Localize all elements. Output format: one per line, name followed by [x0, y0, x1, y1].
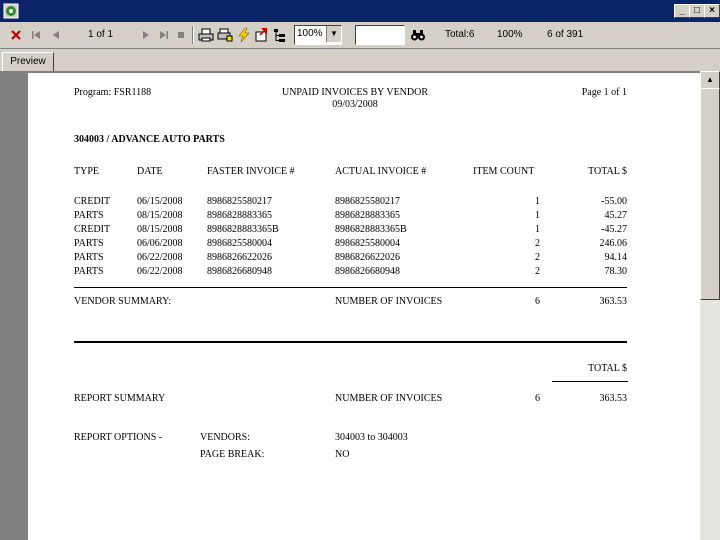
- vendor-total: 363.53: [599, 296, 628, 307]
- stop-icon[interactable]: [175, 29, 187, 41]
- row-item-count: 2: [535, 266, 540, 277]
- search-input[interactable]: [355, 25, 405, 45]
- group-tree-icon[interactable]: [272, 27, 288, 43]
- export-icon[interactable]: [254, 27, 270, 43]
- row-date: 06/22/2008: [137, 252, 183, 263]
- row-total: 78.30: [604, 266, 628, 277]
- row-faster-invoice: 8986828883365B: [207, 224, 279, 235]
- row-total: 94.14: [604, 252, 628, 263]
- column-header-total: TOTAL $: [588, 166, 627, 177]
- row-faster-invoice: 8986825580217: [207, 196, 272, 207]
- vendors-value: 304003 to 304003: [335, 432, 408, 443]
- row-date: 08/15/2008: [137, 210, 183, 221]
- vendor-invoice-count: 6: [535, 296, 540, 307]
- row-actual-invoice: 8986826622026: [335, 252, 400, 263]
- report-options-label: REPORT OPTIONS -: [74, 432, 163, 443]
- tab-preview[interactable]: Preview: [2, 52, 54, 73]
- title-bar[interactable]: [0, 0, 720, 22]
- column-header-type: TYPE: [74, 166, 99, 177]
- page-break-value: NO: [335, 449, 350, 460]
- row-actual-invoice: 8986825580004: [335, 238, 400, 249]
- maximize-button[interactable]: □: [689, 4, 705, 18]
- row-date: 08/15/2008: [137, 224, 183, 235]
- last-page-icon[interactable]: [158, 29, 170, 41]
- report-date: 09/03/2008: [332, 99, 378, 110]
- vendor-summary-label: VENDOR SUMMARY:: [74, 296, 172, 307]
- record-count-label: 6 of 391: [547, 29, 584, 40]
- zoom-value: 100%: [297, 28, 323, 39]
- divider-line: [74, 287, 627, 288]
- row-faster-invoice: 8986826622026: [207, 252, 272, 263]
- summary-total-header: TOTAL $: [588, 363, 627, 374]
- row-item-count: 1: [535, 224, 540, 235]
- column-header-faster-invoice: FASTER INVOICE #: [207, 166, 295, 177]
- row-total: 45.27: [604, 210, 628, 221]
- row-date: 06/15/2008: [137, 196, 183, 207]
- column-header-actual-invoice: ACTUAL INVOICE #: [335, 166, 427, 177]
- summary-total-underline: [552, 381, 628, 382]
- section-divider: [74, 341, 627, 343]
- print-icon[interactable]: [198, 27, 214, 43]
- toolbar-separator: [192, 26, 194, 44]
- first-page-icon[interactable]: [30, 29, 42, 41]
- row-total: -55.00: [601, 196, 627, 207]
- report-page-number: Page 1 of 1: [581, 87, 627, 98]
- chevron-down-icon[interactable]: ▼: [326, 26, 341, 42]
- row-actual-invoice: 8986828883365: [335, 210, 400, 221]
- vendors-label: VENDORS:: [200, 432, 251, 443]
- next-page-icon[interactable]: [140, 29, 152, 41]
- report-title: UNPAID INVOICES BY VENDOR: [281, 87, 429, 98]
- row-date: 06/22/2008: [137, 266, 183, 277]
- row-total: 246.06: [599, 238, 628, 249]
- row-faster-invoice: 8986828883365: [207, 210, 272, 221]
- tab-strip: [0, 49, 720, 71]
- row-date: 06/06/2008: [137, 238, 183, 249]
- report-total: 363.53: [599, 393, 628, 404]
- row-actual-invoice: 8986826680948: [335, 266, 400, 277]
- report-invoices-label: NUMBER OF INVOICES: [335, 393, 443, 404]
- row-type: PARTS: [74, 238, 104, 249]
- scroll-thumb[interactable]: [700, 88, 720, 300]
- row-faster-invoice: 8986826680948: [207, 266, 272, 277]
- row-total: -45.27: [601, 224, 627, 235]
- report-summary-label: REPORT SUMMARY: [74, 393, 166, 404]
- percent-label: 100%: [497, 29, 523, 40]
- row-item-count: 1: [535, 210, 540, 221]
- minimize-button[interactable]: _: [674, 4, 690, 18]
- total-label: Total:6: [445, 29, 475, 40]
- vendor-invoices-label: NUMBER OF INVOICES: [335, 296, 443, 307]
- app-icon: [3, 3, 19, 19]
- row-faster-invoice: 8986825580004: [207, 238, 272, 249]
- row-type: CREDIT: [74, 196, 111, 207]
- row-actual-invoice: 8986828883365B: [335, 224, 407, 235]
- row-actual-invoice: 8986825580217: [335, 196, 400, 207]
- page-indicator: 1 of 1: [88, 29, 114, 40]
- report-invoice-count: 6: [535, 393, 540, 404]
- column-header-date: DATE: [137, 166, 163, 177]
- row-type: PARTS: [74, 210, 104, 221]
- report-program: Program: FSR1188: [74, 87, 152, 98]
- scroll-up-button[interactable]: ▲: [700, 71, 720, 89]
- column-header-item-count: ITEM COUNT: [473, 166, 535, 177]
- row-type: PARTS: [74, 252, 104, 263]
- binoculars-search-icon[interactable]: [410, 27, 426, 43]
- export-lightning-icon[interactable]: [236, 27, 252, 43]
- row-item-count: 2: [535, 238, 540, 249]
- row-item-count: 2: [535, 252, 540, 263]
- print-setup-icon[interactable]: [217, 27, 233, 43]
- page-break-label: PAGE BREAK:: [200, 449, 265, 460]
- row-type: CREDIT: [74, 224, 111, 235]
- vendor-heading: 304003 / ADVANCE AUTO PARTS: [74, 134, 225, 145]
- close-x-icon[interactable]: [10, 29, 22, 41]
- zoom-select[interactable]: 100% ▼: [294, 25, 342, 45]
- row-item-count: 1: [535, 196, 540, 207]
- close-window-button[interactable]: ×: [704, 4, 720, 18]
- row-type: PARTS: [74, 266, 104, 277]
- previous-page-icon[interactable]: [50, 29, 62, 41]
